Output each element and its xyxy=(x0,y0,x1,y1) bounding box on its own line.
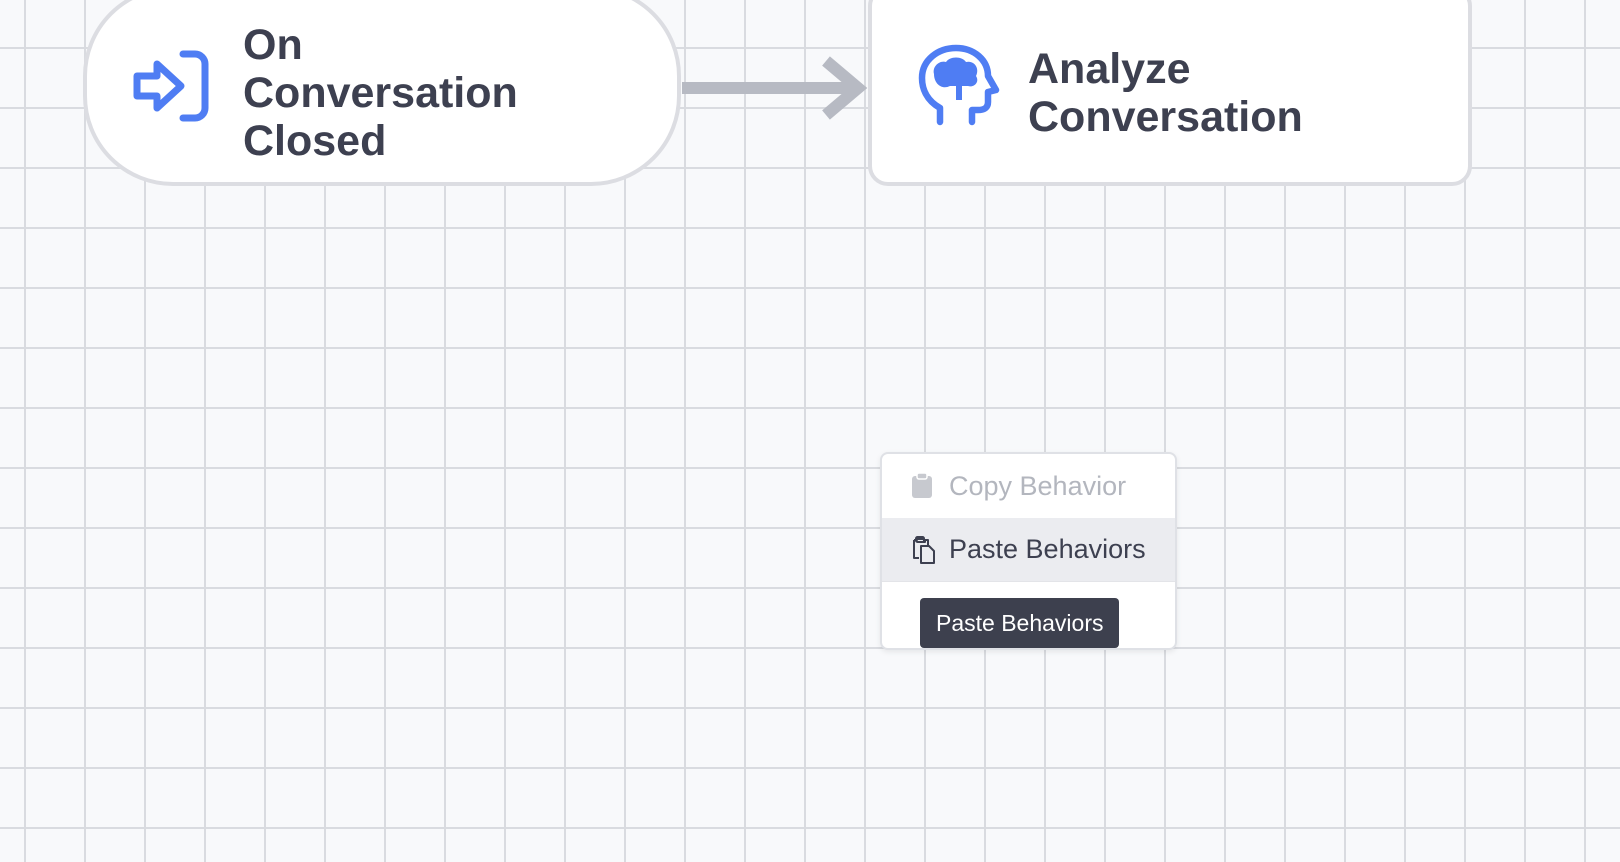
trigger-node-on-conversation-closed[interactable]: On Conversation Closed xyxy=(83,0,681,186)
trigger-node-label: On Conversation Closed xyxy=(243,21,518,165)
copy-behavior-menu-item[interactable]: Copy Behavior xyxy=(882,454,1175,518)
paste-behaviors-menu-item[interactable]: Paste Behaviors xyxy=(882,518,1175,582)
tooltip: Paste Behaviors xyxy=(920,598,1120,648)
copy-behavior-label: Copy Behavior xyxy=(949,470,1127,501)
connector-arrow xyxy=(682,56,868,120)
brain-head-icon xyxy=(918,44,1000,126)
paste-behaviors-label: Paste Behaviors xyxy=(949,534,1146,564)
sign-in-arrow-icon xyxy=(133,50,209,122)
action-node-analyze-conversation[interactable]: Analyze Conversation xyxy=(868,0,1472,186)
clipboard-icon xyxy=(912,472,932,498)
paste-icon xyxy=(913,535,935,564)
action-node-label: Analyze Conversation xyxy=(1028,45,1303,141)
